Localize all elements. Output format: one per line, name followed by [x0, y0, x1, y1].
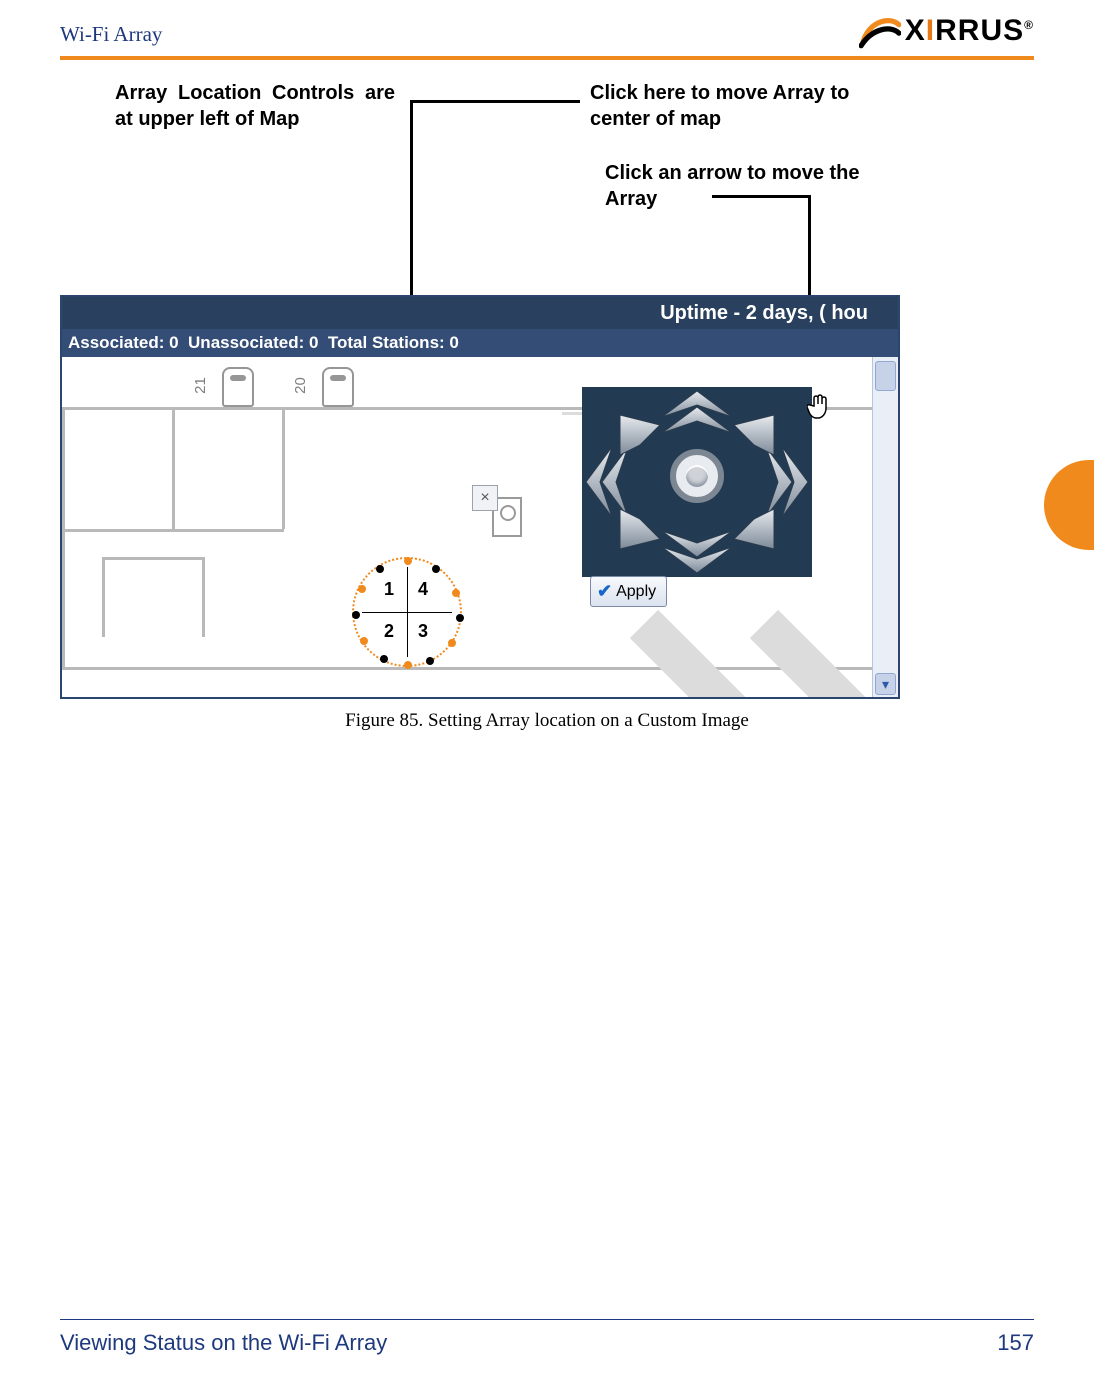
nav-arrow-down-right-button[interactable] [737, 507, 792, 562]
nav-arrow-up-button[interactable] [662, 387, 732, 437]
array-antenna-dot-icon [404, 557, 412, 565]
uptime-text: Uptime - 2 days, ( hou [660, 302, 868, 325]
nav-arrow-up-left-button[interactable] [602, 402, 657, 457]
unassociated-value: 0 [309, 333, 318, 353]
station-status-bar: Associated: 0 Unassociated: 0 Total Stat… [62, 329, 898, 357]
array-device-icon[interactable]: 1 4 2 3 [352, 557, 462, 667]
array-antenna-dot-icon [358, 585, 366, 593]
array-antenna-dot-icon [352, 611, 360, 619]
apply-button-label: Apply [616, 583, 656, 601]
array-antenna-dot-icon [380, 655, 388, 663]
vertical-scrollbar[interactable]: ▾ [872, 357, 898, 697]
nav-arrow-down-button[interactable] [662, 527, 732, 577]
array-antenna-dot-icon [426, 657, 434, 665]
array-antenna-dot-icon [360, 637, 368, 645]
annotation-arrow-move: Click an arrow to move the Array [605, 160, 885, 212]
checkmark-icon: ✔ [597, 581, 612, 602]
close-icon: × [480, 489, 489, 507]
total-stations-label: Total Stations: [328, 333, 445, 353]
array-antenna-dot-icon [404, 661, 412, 669]
nav-arrow-down-left-button[interactable] [602, 507, 657, 562]
nav-center-button[interactable] [670, 449, 724, 503]
page-header-title: Wi-Fi Array [60, 22, 162, 47]
array-quadrant-label: 4 [418, 579, 428, 600]
scrollbar-thumb[interactable] [875, 361, 896, 391]
logo-letter-accent: I [926, 14, 935, 47]
chevron-down-icon: ▾ [882, 676, 889, 693]
callout-line [712, 195, 810, 198]
brand-logo: XIRRUS® [774, 10, 1034, 57]
apply-button[interactable]: ✔ Apply [590, 576, 667, 607]
annotation-controls-location: Array Location Controls are at upper lef… [115, 80, 395, 132]
array-antenna-dot-icon [452, 589, 460, 597]
array-antenna-dot-icon [376, 565, 384, 573]
side-tab-marker [1044, 460, 1094, 550]
header-divider [60, 56, 1034, 60]
unassociated-label: Unassociated: [188, 333, 304, 353]
floorplan-map[interactable]: 21 20 1 4 2 3 [62, 357, 872, 697]
array-antenna-dot-icon [432, 565, 440, 573]
logo-registered: ® [1024, 18, 1034, 32]
uptime-bar: Uptime - 2 days, ( hou [62, 297, 898, 329]
array-antenna-dot-icon [448, 639, 456, 647]
floorplan-chair-icon [322, 367, 354, 407]
room-label: 21 [192, 377, 209, 394]
associated-label: Associated: [68, 333, 164, 353]
callout-line [410, 100, 580, 103]
array-quadrant-label: 2 [384, 621, 394, 642]
nav-center-icon [686, 465, 708, 487]
room-label: 20 [292, 377, 309, 394]
total-stations-value: 0 [449, 333, 458, 353]
array-quadrant-label: 1 [384, 579, 394, 600]
footer-page-number: 157 [997, 1330, 1034, 1356]
logo-letter: X [905, 14, 926, 47]
array-quadrant-label: 3 [418, 621, 428, 642]
array-antenna-dot-icon [456, 614, 464, 622]
logo-letter: RRUS [935, 14, 1024, 47]
scrollbar-down-button[interactable]: ▾ [875, 673, 896, 695]
footer-divider [60, 1319, 1034, 1320]
close-button[interactable]: × [472, 485, 498, 511]
nav-arrow-up-right-button[interactable] [737, 402, 792, 457]
associated-value: 0 [169, 333, 178, 353]
footer-section-title: Viewing Status on the Wi-Fi Array [60, 1330, 387, 1356]
annotation-center-map: Click here to move Array to center of ma… [590, 80, 850, 132]
logo-swoosh-icon [859, 10, 901, 52]
cursor-hand-icon [807, 392, 831, 422]
figure-caption: Figure 85. Setting Array location on a C… [0, 710, 1094, 732]
figure-screenshot: Uptime - 2 days, ( hou Associated: 0 Una… [60, 295, 900, 699]
floorplan-chair-icon [222, 367, 254, 407]
array-location-control-panel: ✔ Apply [582, 387, 812, 577]
